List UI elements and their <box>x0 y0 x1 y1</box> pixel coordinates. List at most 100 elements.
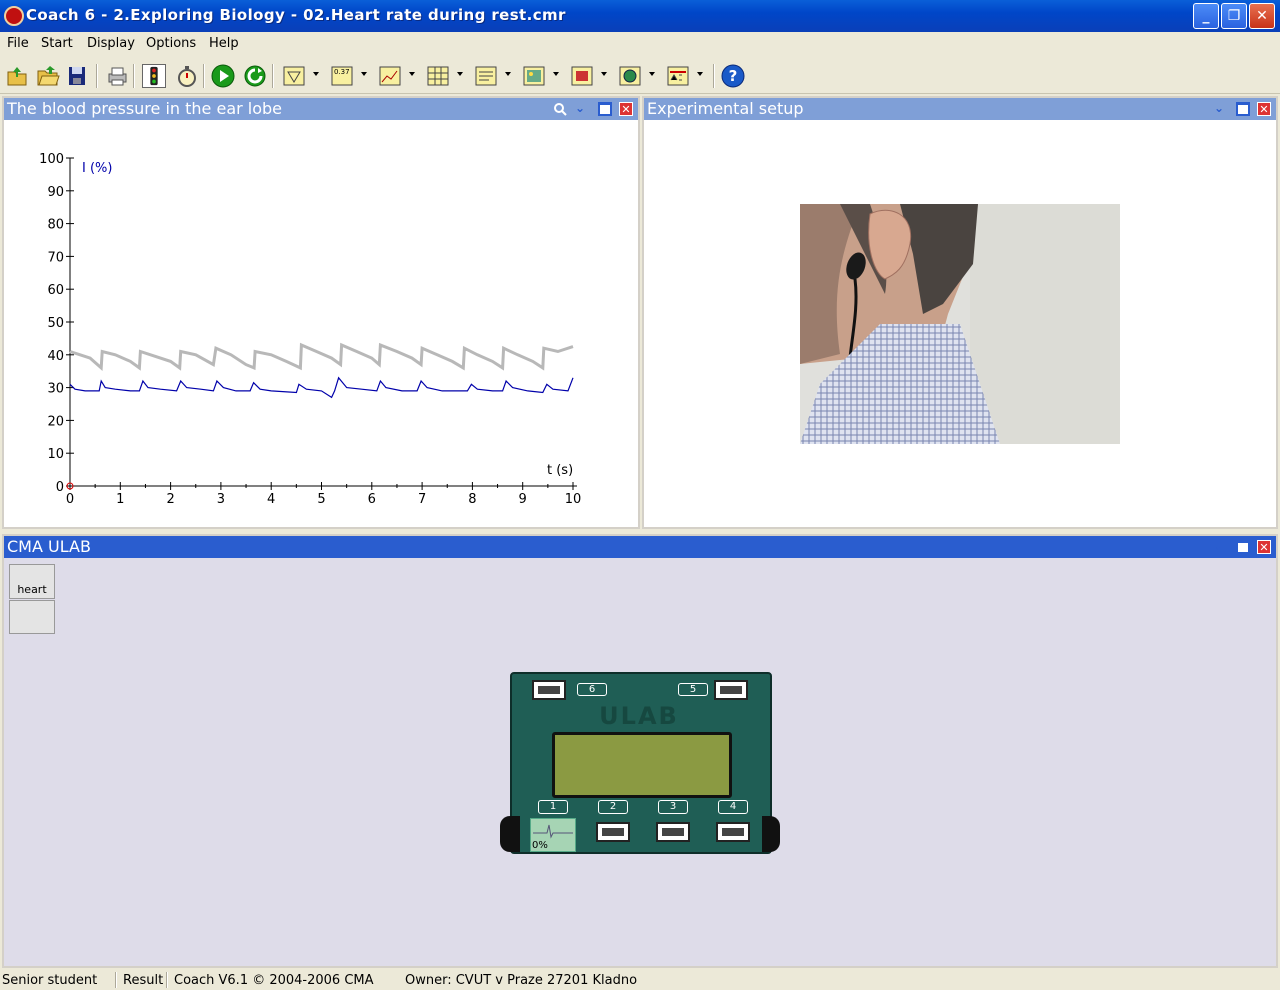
x-tick-label: 9 <box>519 492 527 507</box>
abc-icon[interactable] <box>666 64 690 88</box>
sensor-reading: 0% <box>532 840 548 851</box>
panel-close-button[interactable]: ✕ <box>1257 540 1271 554</box>
save-icon[interactable] <box>65 64 89 88</box>
panel-maximize-button[interactable] <box>598 102 612 116</box>
panel-maximize-button[interactable] <box>1236 540 1250 554</box>
x-tick-label: 4 <box>267 492 275 507</box>
port-4-socket[interactable] <box>716 822 750 842</box>
y-tick-label: 0 <box>56 480 64 495</box>
x-tick-label: 5 <box>317 492 325 507</box>
y-tick-label: 60 <box>47 283 64 298</box>
help-icon[interactable]: ? <box>721 64 745 88</box>
graph-icon[interactable] <box>378 64 402 88</box>
y-axis-label: I (%) <box>82 161 112 176</box>
port-5-socket[interactable] <box>714 680 748 700</box>
traffic-light-icon[interactable] <box>142 64 166 88</box>
window-title: Coach 6 - 2.Exploring Biology - 02.Heart… <box>26 6 566 24</box>
start-measurement-icon[interactable] <box>211 64 235 88</box>
blood-pressure-chart: 0 10 20 30 40 50 60 70 80 90 100 0 1 2 3 4 5 6 7 8 9 10 I (%) t… <box>39 152 582 507</box>
y-tick-label: 10 <box>47 447 64 462</box>
toolbar-separator <box>133 64 135 88</box>
status-bar: Senior student Result Coach V6.1 © 2004-… <box>0 970 1280 990</box>
sensor-icon[interactable] <box>618 64 642 88</box>
port-2-label: 2 <box>598 800 628 814</box>
picture-dropdown-arrow[interactable] <box>553 72 559 76</box>
x-axis-label: t (s) <box>547 463 573 478</box>
text-icon[interactable] <box>474 64 498 88</box>
y-tick-label: 30 <box>47 382 64 397</box>
toolbar-separator <box>713 64 715 88</box>
x-tick-label: 10 <box>565 492 582 507</box>
y-tick-label: 70 <box>47 250 64 265</box>
video-icon[interactable] <box>570 64 594 88</box>
sensor-dropdown-arrow[interactable] <box>649 72 655 76</box>
app-icon <box>4 6 24 26</box>
setup-panel: Experimental setup ⌄ ✕ <box>642 96 1278 529</box>
status-user-level: Senior student <box>2 973 98 988</box>
menu-bar: File Start Display Options Help <box>0 32 1280 56</box>
toolbar-separator <box>203 64 205 88</box>
graph-panel-title: The blood pressure in the ear lobe <box>7 99 283 118</box>
port-1-label: 1 <box>538 800 568 814</box>
table-icon[interactable] <box>426 64 450 88</box>
diagram-icon[interactable] <box>282 64 306 88</box>
abc-dropdown-arrow[interactable] <box>697 72 703 76</box>
value-display-icon[interactable]: 0.37 <box>330 64 354 88</box>
text-dropdown-arrow[interactable] <box>505 72 511 76</box>
ulab-device: 6 5 ULAB 1 2 3 4 0% <box>500 670 780 856</box>
port-6-socket[interactable] <box>532 680 566 700</box>
picture-icon[interactable] <box>522 64 546 88</box>
ulab-panel: CMA ULAB ⌄ ✕ heart 6 5 ULAB 1 2 3 4 0% <box>2 534 1278 968</box>
close-button[interactable]: ✕ <box>1249 3 1275 29</box>
port-2-socket[interactable] <box>596 822 630 842</box>
panel-close-button[interactable]: ✕ <box>1257 102 1271 116</box>
stopwatch-icon[interactable] <box>175 64 199 88</box>
video-dropdown-arrow[interactable] <box>601 72 607 76</box>
table-dropdown-arrow[interactable] <box>457 72 463 76</box>
ulab-panel-titlebar: CMA ULAB ⌄ ✕ <box>4 536 1276 558</box>
chevron-down-icon[interactable]: ⌄ <box>1213 540 1227 554</box>
maximize-button[interactable]: ❐ <box>1221 3 1247 29</box>
status-mode: Result <box>123 973 164 988</box>
chevron-down-icon[interactable]: ⌄ <box>1214 102 1228 116</box>
diagram-dropdown-arrow[interactable] <box>313 72 319 76</box>
graph-panel: The blood pressure in the ear lobe ⌄ ✕ 0… <box>2 96 640 529</box>
ulab-panel-title: CMA ULAB <box>7 537 91 556</box>
menu-start[interactable]: Start <box>41 36 73 51</box>
port-1-heart-sensor[interactable]: 0% <box>530 818 576 852</box>
sensor-slot-heart[interactable]: heart <box>9 564 55 599</box>
x-tick-label: 8 <box>468 492 476 507</box>
open-folder-icon[interactable] <box>36 64 60 88</box>
ear-clip-photo <box>800 204 1120 444</box>
start-continue-icon[interactable] <box>243 64 267 88</box>
setup-panel-title: Experimental setup <box>647 99 804 118</box>
port-3-label: 3 <box>658 800 688 814</box>
minimize-button[interactable]: _ <box>1193 3 1219 29</box>
menu-file[interactable]: File <box>7 36 29 51</box>
toolbar-separator <box>272 64 274 88</box>
sensor-slot-empty[interactable] <box>9 600 55 634</box>
print-icon[interactable] <box>105 64 129 88</box>
menu-options[interactable]: Options <box>146 36 196 51</box>
chevron-down-icon[interactable]: ⌄ <box>575 102 589 116</box>
menu-help[interactable]: Help <box>209 36 239 51</box>
port-6-label: 6 <box>577 683 607 696</box>
panel-close-button[interactable]: ✕ <box>619 102 633 116</box>
series-line-1 <box>69 342 574 372</box>
x-tick-label: 3 <box>217 492 225 507</box>
y-tick-label: 80 <box>47 218 64 233</box>
panel-maximize-button[interactable] <box>1236 102 1250 116</box>
new-activity-icon[interactable] <box>5 64 29 88</box>
port-3-socket[interactable] <box>656 822 690 842</box>
value-dropdown-arrow[interactable] <box>361 72 367 76</box>
x-tick-label: 7 <box>418 492 426 507</box>
menu-display[interactable]: Display <box>87 36 135 51</box>
zoom-icon[interactable] <box>553 102 567 116</box>
x-tick-label: 0 <box>66 492 74 507</box>
graph-dropdown-arrow[interactable] <box>409 72 415 76</box>
y-tick-label: 50 <box>47 316 64 331</box>
title-bar: Coach 6 - 2.Exploring Biology - 02.Heart… <box>0 0 1280 32</box>
toolbar: 0.37 ? <box>0 58 1280 94</box>
ulab-lcd-screen <box>552 732 732 798</box>
heartbeat-icon <box>533 824 573 839</box>
